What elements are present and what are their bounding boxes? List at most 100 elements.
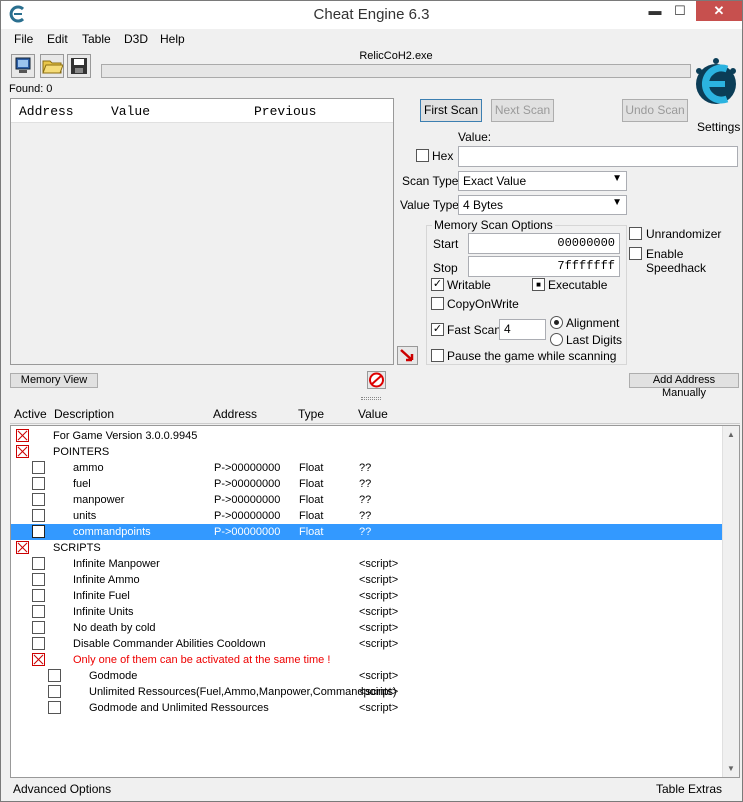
table-extras-link[interactable]: Table Extras: [656, 782, 722, 796]
cheat-table-header: Active Description Address Type Value: [10, 406, 740, 424]
table-row[interactable]: SCRIPTS: [11, 540, 723, 556]
active-checkbox[interactable]: [32, 653, 45, 666]
menu-edit[interactable]: Edit: [47, 32, 68, 46]
active-checkbox[interactable]: [48, 669, 61, 682]
active-checkbox[interactable]: [48, 685, 61, 698]
chevron-down-icon: ▼: [612, 197, 622, 208]
save-button[interactable]: [67, 54, 91, 78]
active-checkbox[interactable]: [32, 589, 45, 602]
close-button[interactable]: ✕: [696, 1, 742, 21]
first-scan-button[interactable]: First Scan: [420, 99, 482, 122]
fast-scan-label: Fast Scan: [447, 323, 502, 337]
folder-open-icon: [42, 60, 64, 74]
row-address: P->00000000: [214, 510, 281, 522]
table-row[interactable]: Infinite Manpower <script>: [11, 556, 723, 572]
col-value[interactable]: Value: [111, 104, 150, 119]
stop-address-input[interactable]: 7fffffff: [468, 256, 620, 277]
maximize-button[interactable]: ☐: [670, 1, 690, 21]
table-row[interactable]: For Game Version 3.0.0.9945: [11, 428, 723, 444]
minimize-button[interactable]: ▬: [645, 1, 665, 21]
results-header: Address Value Previous: [11, 99, 393, 123]
value-type-select[interactable]: 4 Bytes ▼: [458, 195, 627, 215]
scan-results-list[interactable]: Address Value Previous: [10, 98, 394, 365]
active-checkbox[interactable]: [16, 541, 29, 554]
active-checkbox[interactable]: [32, 621, 45, 634]
advanced-options-link[interactable]: Advanced Options: [13, 782, 111, 796]
col-previous[interactable]: Previous: [254, 104, 316, 119]
menu-d3d[interactable]: D3D: [124, 32, 148, 46]
th-active[interactable]: Active: [14, 407, 47, 421]
table-row[interactable]: Infinite Units <script>: [11, 604, 723, 620]
pause-game-checkbox[interactable]: [431, 349, 444, 362]
th-type[interactable]: Type: [298, 407, 324, 421]
active-checkbox[interactable]: [48, 701, 61, 714]
table-row[interactable]: POINTERS: [11, 444, 723, 460]
add-address-manually-button[interactable]: Add Address Manually: [629, 373, 739, 399]
speedhack-checkbox[interactable]: [629, 247, 642, 260]
undo-scan-button[interactable]: Undo Scan: [622, 99, 688, 122]
scroll-down-icon[interactable]: ▼: [727, 764, 735, 773]
chevron-down-icon: ▼: [612, 173, 622, 184]
last-digits-radio[interactable]: [550, 333, 563, 346]
hex-checkbox[interactable]: [416, 149, 429, 162]
table-row[interactable]: Disable Commander Abilities Cooldown <scr…: [11, 636, 723, 652]
active-checkbox[interactable]: [32, 493, 45, 506]
menu-table[interactable]: Table: [82, 32, 111, 46]
table-row[interactable]: Godmode and Unlimited Ressources <script>: [11, 700, 723, 716]
scan-type-value: Exact Value: [463, 174, 527, 188]
active-checkbox[interactable]: [32, 461, 45, 474]
active-checkbox[interactable]: [32, 477, 45, 490]
active-checkbox[interactable]: [16, 429, 29, 442]
th-value[interactable]: Value: [358, 407, 388, 421]
table-row[interactable]: Godmode <script>: [11, 668, 723, 684]
table-row[interactable]: Only one of them can be activated at the…: [11, 652, 723, 668]
writable-checkbox[interactable]: ✓: [431, 278, 444, 291]
executable-checkbox[interactable]: ■: [532, 278, 545, 291]
active-checkbox[interactable]: [32, 509, 45, 522]
active-checkbox[interactable]: [32, 605, 45, 618]
active-checkbox[interactable]: [32, 637, 45, 650]
active-checkbox[interactable]: [32, 573, 45, 586]
active-checkbox[interactable]: [32, 557, 45, 570]
unrandomizer-checkbox[interactable]: [629, 227, 642, 240]
fast-scan-checkbox[interactable]: ✓: [431, 323, 444, 336]
memory-view-button[interactable]: Memory View: [10, 373, 98, 388]
scan-value-input[interactable]: [458, 146, 738, 167]
row-description: Infinite Fuel: [73, 590, 130, 602]
copyonwrite-checkbox[interactable]: [431, 297, 444, 310]
active-checkbox[interactable]: [16, 445, 29, 458]
table-row[interactable]: Unlimited Ressources(Fuel,Ammo,Manpower,…: [11, 684, 723, 700]
no-entry-icon: [369, 372, 384, 388]
menu-help[interactable]: Help: [160, 32, 185, 46]
row-type: Float: [299, 494, 324, 506]
clear-list-button[interactable]: [367, 371, 386, 389]
open-process-button[interactable]: [11, 54, 35, 78]
open-file-button[interactable]: [40, 54, 64, 78]
th-address[interactable]: Address: [213, 407, 257, 421]
table-row[interactable]: fuel P->00000000 Float??: [11, 476, 723, 492]
th-description[interactable]: Description: [54, 407, 114, 421]
table-row[interactable]: ammo P->00000000 Float??: [11, 460, 723, 476]
scan-type-select[interactable]: Exact Value ▼: [458, 171, 627, 191]
start-address-input[interactable]: 00000000: [468, 233, 620, 254]
next-scan-button[interactable]: Next Scan: [491, 99, 554, 122]
vertical-scrollbar[interactable]: ▲ ▼: [722, 426, 739, 777]
cheat-table[interactable]: For Game Version 3.0.0.9945 POINTERS ammo P…: [10, 425, 740, 778]
table-row[interactable]: No death by cold <script>: [11, 620, 723, 636]
table-row[interactable]: Infinite Ammo <script>: [11, 572, 723, 588]
table-row[interactable]: Infinite Fuel <script>: [11, 588, 723, 604]
col-address[interactable]: Address: [19, 104, 74, 119]
scroll-up-icon[interactable]: ▲: [727, 430, 735, 439]
table-row[interactable]: manpower P->00000000 Float??: [11, 492, 723, 508]
menu-file[interactable]: File: [14, 32, 33, 46]
row-description: commandpoints: [73, 526, 151, 538]
fast-scan-input[interactable]: 4: [499, 319, 546, 340]
table-row[interactable]: units P->00000000 Float??: [11, 508, 723, 524]
active-checkbox[interactable]: [32, 525, 45, 538]
add-to-list-button[interactable]: [397, 346, 418, 365]
alignment-radio[interactable]: [550, 316, 563, 329]
cheat-engine-logo[interactable]: [691, 49, 741, 119]
splitter-handle[interactable]: [1, 397, 742, 401]
settings-link[interactable]: Settings: [697, 120, 740, 134]
table-row[interactable]: commandpoints P->00000000 Float??: [11, 524, 723, 540]
